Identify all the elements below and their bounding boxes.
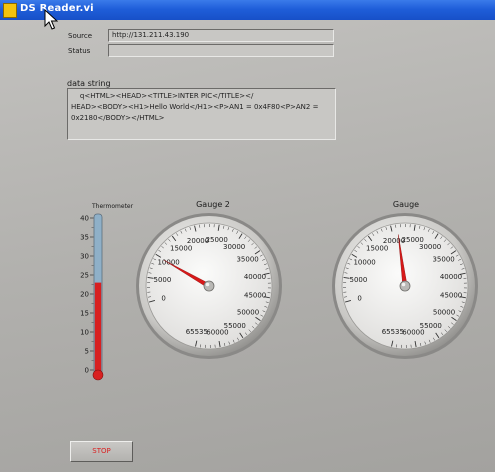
gauge2-hub — [203, 280, 215, 292]
thermometer-scale: 40 35 30 25 20 15 10 5 0 — [80, 215, 94, 375]
gauge-tick-label: 45000 — [440, 291, 462, 299]
gauge2-tick-label: 15000 — [170, 245, 192, 253]
gauge2-tick-label: 35000 — [236, 256, 258, 264]
status-label: Status — [68, 47, 91, 55]
gauge2-tick-label: 5000 — [154, 276, 172, 284]
gauge2-tick-label: 0 — [161, 295, 165, 303]
gauge-hub-highlight — [401, 282, 406, 287]
gauge-tick-label: 5000 — [350, 276, 368, 284]
mouse-pointer-icon — [44, 9, 58, 30]
thermometer-tick-label: 5 — [85, 348, 89, 356]
gauge2-tick-label: 50000 — [237, 309, 259, 317]
thermometer: 40 35 30 25 20 15 10 5 0 — [80, 213, 104, 381]
gauge2-tick-label: 45000 — [244, 291, 266, 299]
gauge-tick-label: 0 — [357, 295, 361, 303]
data-string-field[interactable]: q<HTML><HEAD><TITLE>INTER PIC</TITLE></ … — [67, 88, 336, 140]
gauge-tick-label: 15000 — [366, 245, 388, 253]
thermometer-tick-label: 25 — [80, 272, 89, 280]
gauge2-label: Gauge 2 — [196, 200, 230, 209]
gauge2-tick-label: 65535 — [186, 328, 208, 336]
source-field[interactable]: http://131.211.43.190 — [108, 29, 334, 42]
gauge-tick-label: 10000 — [353, 258, 375, 266]
thermometer-tick-label: 0 — [85, 367, 89, 375]
gauge-tick-label: 50000 — [433, 309, 455, 317]
source-label: Source — [68, 32, 93, 40]
gauge-tick-label: 35000 — [432, 256, 454, 264]
gauge-hub — [399, 280, 411, 292]
gauge2-tick-label: 40000 — [244, 273, 266, 281]
gauge-tick-label: 65535 — [382, 328, 404, 336]
thermometer-tick-label: 30 — [80, 253, 89, 261]
thermometer-tick-label: 20 — [80, 291, 89, 299]
gauge[interactable]: 0500010000150002000025000300003500040000… — [329, 210, 481, 362]
labview-vi-icon — [3, 3, 17, 18]
stop-button[interactable]: STOP — [70, 441, 133, 462]
title-bar: DS Reader.vi — [0, 0, 495, 21]
thermometer-tick-label: 35 — [80, 234, 89, 242]
thermometer-label: Thermometer — [92, 203, 134, 210]
data-string-label: data string — [67, 79, 111, 88]
gauge-tick-label: 40000 — [440, 273, 462, 281]
gauge-label: Gauge — [392, 200, 420, 209]
gauge-tick-label: 30000 — [419, 243, 441, 251]
status-field[interactable] — [108, 44, 334, 57]
thermometer-tick-label: 15 — [80, 310, 89, 318]
gauge-tick-label: 60000 — [402, 329, 424, 337]
thermometer-fill — [94, 282, 102, 374]
gauge2[interactable]: 0500010000150002000025000300003500040000… — [133, 210, 285, 362]
thermometer-tick-label: 40 — [80, 215, 89, 223]
gauge2-hub-highlight — [205, 282, 210, 287]
thermometer-bulb — [92, 369, 104, 381]
thermometer-tick-label: 10 — [80, 329, 89, 337]
gauge2-tick-label: 60000 — [206, 329, 228, 337]
gauge2-tick-label: 30000 — [223, 243, 245, 251]
front-panel: Source http://131.211.43.190 Status data… — [0, 20, 495, 472]
